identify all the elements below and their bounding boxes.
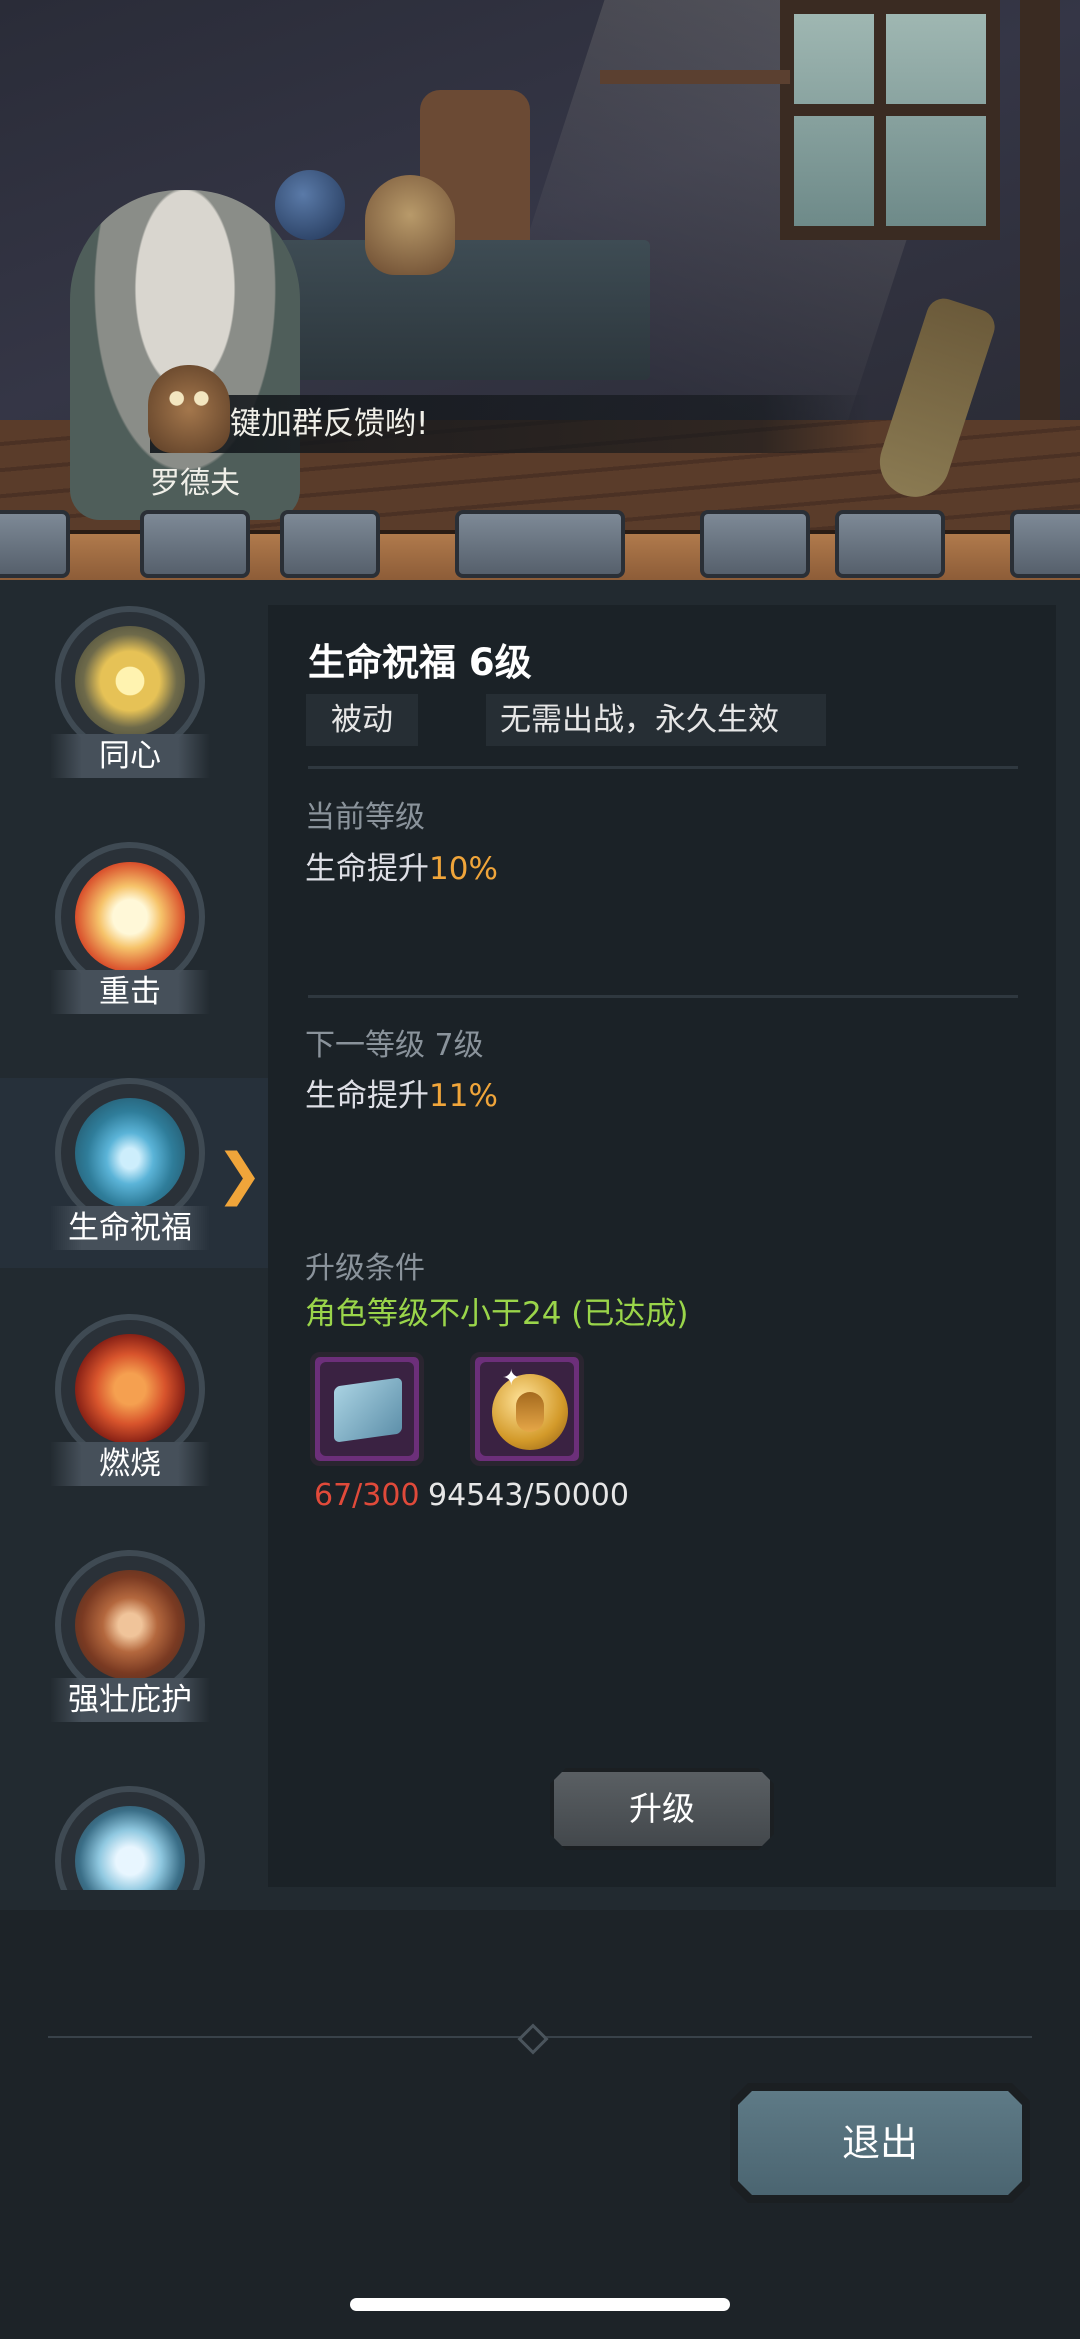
material-count-scroll: 67/300 [314,1478,420,1513]
material-slot-scroll[interactable] [310,1352,424,1466]
wall-shelf [600,70,790,84]
next-level-label: 下一等级 7级 [305,1028,484,1063]
burst-icon [75,862,185,972]
diamond-ornament-icon [517,2023,549,2055]
next-effect-value: 11% [429,1078,498,1114]
frost-burst-icon [75,1806,185,1890]
rail-stone [140,510,250,578]
slot-inner [320,1362,414,1456]
current-effect-prefix: 生命提升 [305,851,429,887]
skill-item-ranshao[interactable]: 燃烧 [50,1314,210,1486]
speaker-name: 罗德夫 [150,466,240,501]
sparkle-icon: ✦ [502,1366,521,1391]
skill-item-tongxin[interactable]: 同心 [50,606,210,778]
wooden-post [1020,0,1060,480]
rail-stone [280,510,380,578]
skill-item-frost[interactable] [55,1786,205,1890]
skill-desc-tag: 无需出战，永久生效 [486,694,826,746]
current-level-label: 当前等级 [305,800,425,835]
sun-star-icon [75,626,185,736]
home-indicator[interactable] [350,2298,730,2311]
rail-stone [835,510,945,578]
current-effect: 生命提升10% [305,843,498,888]
current-effect-value: 10% [429,851,498,887]
rail-stone [700,510,810,578]
skill-ring [55,1786,205,1890]
upgrade-condition-label: 升级条件 [305,1251,425,1286]
rail-stone [0,510,70,578]
upgrade-button[interactable]: 升级 [550,1768,774,1850]
skill-label: 燃烧 [50,1442,210,1486]
exit-button[interactable]: 退出 [730,2083,1030,2203]
section-divider [308,995,1018,998]
skill-title: 生命祝福 6级 [308,641,532,684]
room-window [780,0,1000,240]
owl-avatar-icon [148,365,230,453]
fire-swirl-icon [75,1334,185,1444]
owl-figure [365,175,455,275]
next-effect: 生命提升11% [305,1070,498,1115]
globe-icon [275,170,345,240]
rail-stone [455,510,625,578]
water-drop-icon [75,1098,185,1208]
upgrade-condition-text: 角色等级不小于24 (已达成) [305,1296,689,1332]
shield-rock-icon [75,1570,185,1680]
chevron-right-icon: ❯ [216,1142,263,1207]
material-count-coin: 94543/50000 [428,1478,629,1513]
dialogue-box[interactable]: 键加群反馈哟! [150,395,870,453]
scroll-map-icon [334,1377,402,1443]
skill-label: 重击 [50,970,210,1014]
skill-type-tag: 被动 [306,694,418,746]
skill-item-zhongji[interactable]: 重击 [50,842,210,1014]
skill-item-qiangzhuangbihu[interactable]: 强壮庇护 [50,1550,210,1722]
desk [270,240,650,380]
skill-label: 强壮庇护 [50,1678,210,1722]
exit-button-label: 退出 [738,2091,1022,2195]
next-effect-prefix: 生命提升 [305,1078,429,1114]
skill-label: 同心 [50,734,210,778]
skill-label: 生命祝福 [50,1206,210,1250]
material-slot-coin[interactable]: ✦ [470,1352,584,1466]
section-divider [308,766,1018,769]
rail-stone [1010,510,1080,578]
skill-item-shengmingzhufu[interactable]: 生命祝福 [50,1078,210,1250]
slot-inner: ✦ [480,1362,574,1456]
dialogue-text: 键加群反馈哟! [230,406,429,442]
